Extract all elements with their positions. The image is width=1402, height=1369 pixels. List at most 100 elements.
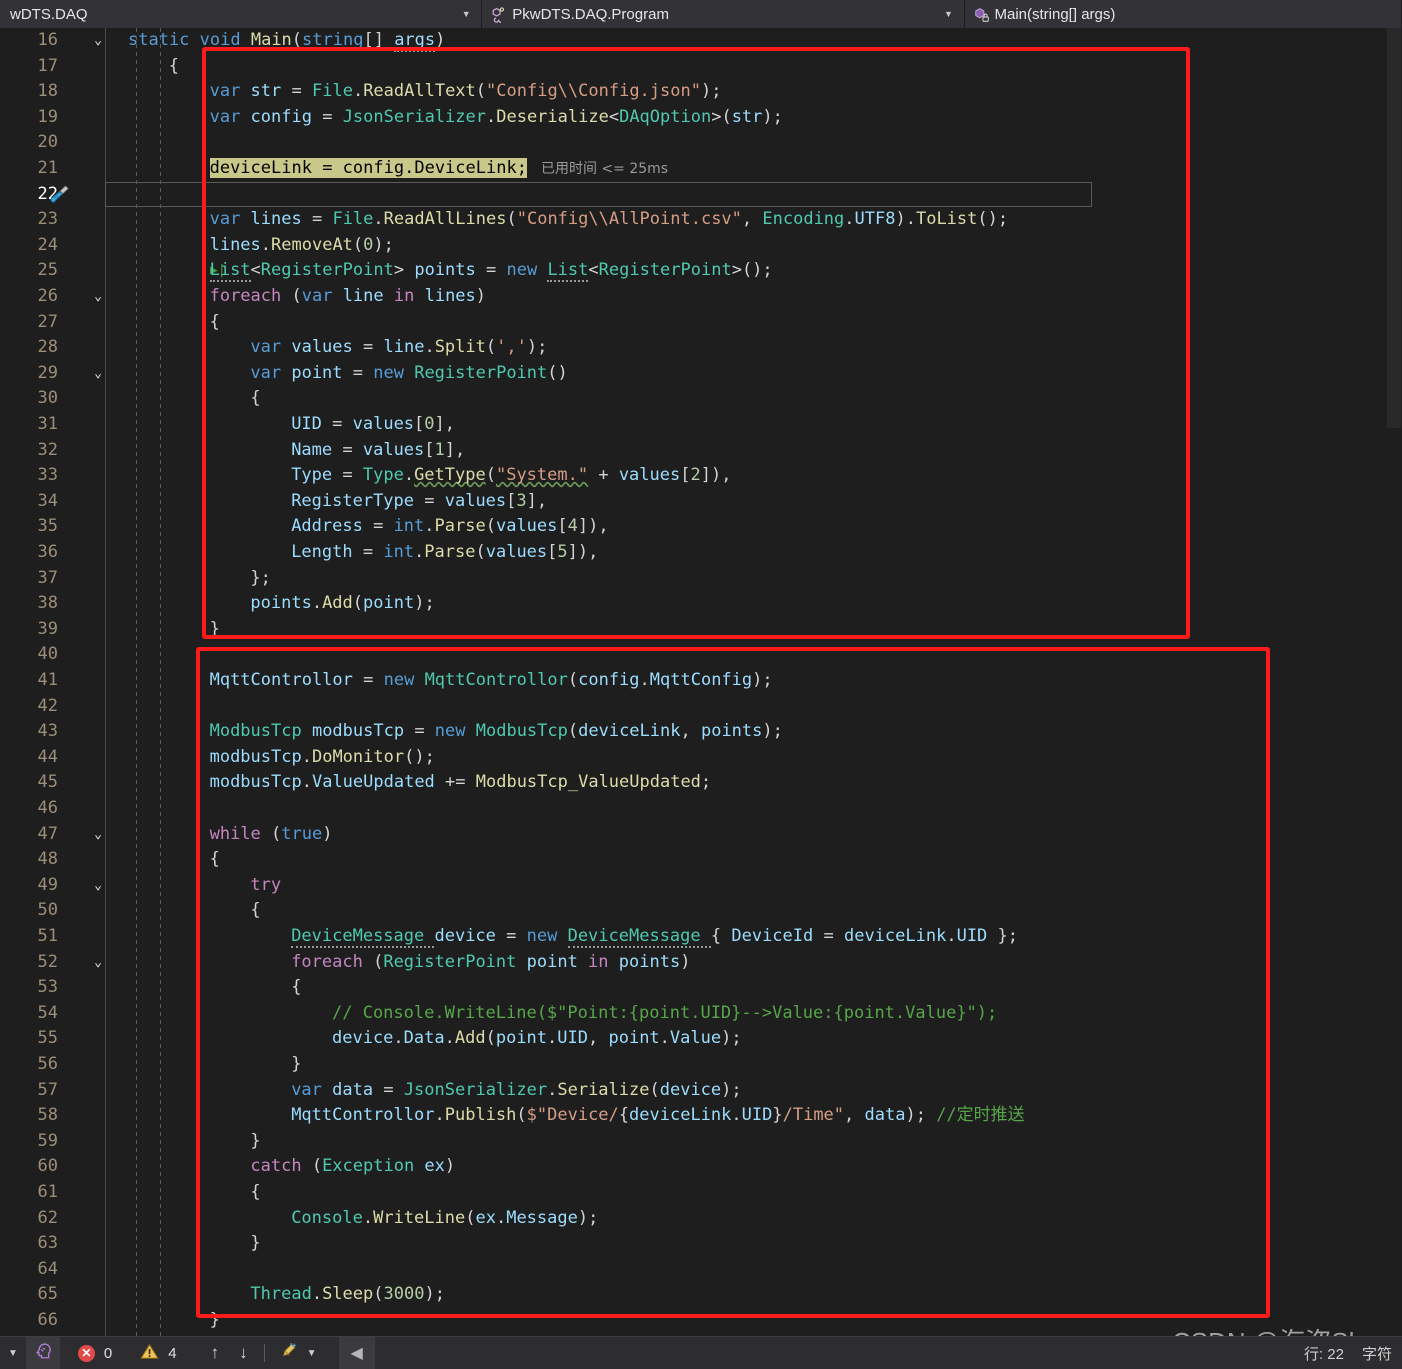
project-dropdown[interactable]: wDTS.DAQ ▼ xyxy=(0,0,482,28)
code-line[interactable]: 16⌄static void Main(string[] args) xyxy=(0,28,1402,54)
code-line[interactable]: 21deviceLink = config.DeviceLink;已用时间 <=… xyxy=(0,156,1402,182)
code-line[interactable]: 60catch (Exception ex) xyxy=(0,1154,1402,1180)
code-line[interactable]: 50{ xyxy=(0,898,1402,924)
code-text[interactable]: var data = JsonSerializer.Serialize(devi… xyxy=(291,1078,741,1104)
code-text[interactable]: { xyxy=(250,898,260,924)
code-line[interactable]: 34RegisterType = values[3], xyxy=(0,489,1402,515)
code-text[interactable]: { xyxy=(169,54,179,80)
member-dropdown[interactable]: Main(string[] args) xyxy=(965,0,1402,28)
collapse-chevron-icon[interactable]: ⌄ xyxy=(88,284,108,310)
code-text[interactable]: RegisterType = values[3], xyxy=(291,489,547,515)
code-text[interactable]: try xyxy=(250,873,281,899)
code-line[interactable]: 44modbusTcp.DoMonitor(); xyxy=(0,745,1402,771)
code-text[interactable]: lines.RemoveAt(0); xyxy=(210,233,394,259)
code-line[interactable]: 33Type = Type.GetType("System." + values… xyxy=(0,463,1402,489)
code-line[interactable]: 58MqttControllor.Publish($"Device/{devic… xyxy=(0,1103,1402,1129)
code-line[interactable]: 35Address = int.Parse(values[4]), xyxy=(0,514,1402,540)
code-text[interactable]: foreach (RegisterPoint point in points) xyxy=(291,950,690,976)
code-line[interactable]: 37}; xyxy=(0,566,1402,592)
collapse-chevron-icon[interactable]: ⌄ xyxy=(88,873,108,899)
code-line[interactable]: 26⌄foreach (var line in lines) xyxy=(0,284,1402,310)
code-text[interactable]: Thread.Sleep(3000); xyxy=(250,1282,445,1308)
code-line[interactable]: 65Thread.Sleep(3000); xyxy=(0,1282,1402,1308)
code-text[interactable]: { xyxy=(210,310,220,336)
code-line[interactable]: 30{ xyxy=(0,386,1402,412)
code-line[interactable]: 28var values = line.Split(','); xyxy=(0,335,1402,361)
code-line[interactable]: 38points.Add(point); xyxy=(0,591,1402,617)
chevron-down-icon[interactable]: ▼ xyxy=(938,9,960,19)
code-text[interactable]: List<RegisterPoint> points = new List<Re… xyxy=(210,258,773,284)
code-line[interactable]: 49⌄try xyxy=(0,873,1402,899)
code-text[interactable]: var str = File.ReadAllText("Config\\Conf… xyxy=(210,79,722,105)
code-text[interactable]: { xyxy=(291,975,301,1001)
collapse-chevron-icon[interactable]: ⌄ xyxy=(88,822,108,848)
chevron-down-icon[interactable]: ▼ xyxy=(307,1348,317,1359)
chevron-down-icon[interactable]: ▼ xyxy=(455,9,477,19)
code-line[interactable]: 20 xyxy=(0,130,1402,156)
screwdriver-icon[interactable] xyxy=(46,184,70,206)
code-line[interactable]: 46 xyxy=(0,796,1402,822)
code-text[interactable]: var values = line.Split(','); xyxy=(250,335,547,361)
code-line[interactable]: 45modbusTcp.ValueUpdated += ModbusTcp_Va… xyxy=(0,770,1402,796)
code-line[interactable]: 18var str = File.ReadAllText("Config\\Co… xyxy=(0,79,1402,105)
code-line[interactable]: 24lines.RemoveAt(0); xyxy=(0,233,1402,259)
code-text[interactable]: foreach (var line in lines) xyxy=(210,284,486,310)
code-text[interactable]: Type = Type.GetType("System." + values[2… xyxy=(291,463,731,489)
error-count-button[interactable]: ✕ 0 xyxy=(70,1337,120,1369)
code-line[interactable]: 53{ xyxy=(0,975,1402,1001)
code-line[interactable]: 25▶|List<RegisterPoint> points = new Lis… xyxy=(0,258,1402,284)
status-dropdown-button[interactable]: ▼ xyxy=(0,1337,26,1369)
code-text[interactable]: modbusTcp.ValueUpdated += ModbusTcp_Valu… xyxy=(210,770,712,796)
intellicode-button[interactable] xyxy=(26,1337,60,1369)
code-line[interactable]: 23var lines = File.ReadAllLines("Config\… xyxy=(0,207,1402,233)
code-text[interactable]: Address = int.Parse(values[4]), xyxy=(291,514,608,540)
code-line[interactable]: 19var config = JsonSerializer.Deserializ… xyxy=(0,105,1402,131)
code-text[interactable]: } xyxy=(291,1052,301,1078)
code-line[interactable]: 51DeviceMessage device = new DeviceMessa… xyxy=(0,924,1402,950)
code-text[interactable]: points.Add(point); xyxy=(250,591,434,617)
code-text[interactable]: catch (Exception ex) xyxy=(250,1154,455,1180)
scrollbar-thumb[interactable] xyxy=(1387,28,1401,428)
collapse-chevron-icon[interactable]: ⌄ xyxy=(88,361,108,387)
code-line[interactable]: 48{ xyxy=(0,847,1402,873)
code-line[interactable]: 39} xyxy=(0,617,1402,643)
code-text[interactable]: ModbusTcp modbusTcp = new ModbusTcp(devi… xyxy=(210,719,783,745)
collapse-panel-button[interactable]: ◀ xyxy=(339,1337,375,1369)
warning-count-button[interactable]: 4 xyxy=(132,1337,184,1369)
code-text[interactable]: { xyxy=(210,847,220,873)
collapse-chevron-icon[interactable]: ⌄ xyxy=(88,28,108,54)
code-text[interactable]: Length = int.Parse(values[5]), xyxy=(291,540,598,566)
code-line[interactable]: 36Length = int.Parse(values[5]), xyxy=(0,540,1402,566)
code-line[interactable]: 52⌄foreach (RegisterPoint point in point… xyxy=(0,950,1402,976)
code-text[interactable]: var point = new RegisterPoint() xyxy=(250,361,567,387)
code-line[interactable]: 27{ xyxy=(0,310,1402,336)
code-line[interactable]: 62Console.WriteLine(ex.Message); xyxy=(0,1206,1402,1232)
code-line[interactable]: 40 xyxy=(0,642,1402,668)
code-line[interactable]: 22 xyxy=(0,182,1402,208)
code-line[interactable]: 64 xyxy=(0,1257,1402,1283)
code-line[interactable]: 29⌄var point = new RegisterPoint() xyxy=(0,361,1402,387)
code-line[interactable]: 41MqttControllor = new MqttControllor(co… xyxy=(0,668,1402,694)
code-text[interactable]: Name = values[1], xyxy=(291,438,465,464)
code-text[interactable]: device.Data.Add(point.UID, point.Value); xyxy=(332,1026,742,1052)
code-line[interactable]: 47⌄while (true) xyxy=(0,822,1402,848)
code-text[interactable]: deviceLink = config.DeviceLink;已用时间 <= 2… xyxy=(210,156,668,183)
code-text[interactable]: { xyxy=(250,1180,260,1206)
code-line[interactable]: 42 xyxy=(0,694,1402,720)
code-line[interactable]: 43ModbusTcp modbusTcp = new ModbusTcp(de… xyxy=(0,719,1402,745)
code-line[interactable]: 31UID = values[0], xyxy=(0,412,1402,438)
next-issue-button[interactable]: ↓ xyxy=(229,1343,258,1363)
code-line[interactable]: 17{ xyxy=(0,54,1402,80)
code-text[interactable]: // Console.WriteLine($"Point:{point.UID}… xyxy=(332,1001,997,1027)
code-text[interactable]: } xyxy=(210,1308,220,1334)
code-line[interactable]: 54// Console.WriteLine($"Point:{point.UI… xyxy=(0,1001,1402,1027)
code-cleanup-button[interactable]: ▼ xyxy=(271,1337,325,1369)
code-line[interactable]: 61{ xyxy=(0,1180,1402,1206)
code-text[interactable]: modbusTcp.DoMonitor(); xyxy=(210,745,435,771)
code-line[interactable]: 59} xyxy=(0,1129,1402,1155)
code-text[interactable]: while (true) xyxy=(210,822,333,848)
code-text[interactable]: UID = values[0], xyxy=(291,412,455,438)
code-line[interactable]: 63} xyxy=(0,1231,1402,1257)
code-text[interactable]: DeviceMessage device = new DeviceMessage… xyxy=(291,924,1018,950)
code-text[interactable]: var lines = File.ReadAllLines("Config\\A… xyxy=(210,207,1009,233)
